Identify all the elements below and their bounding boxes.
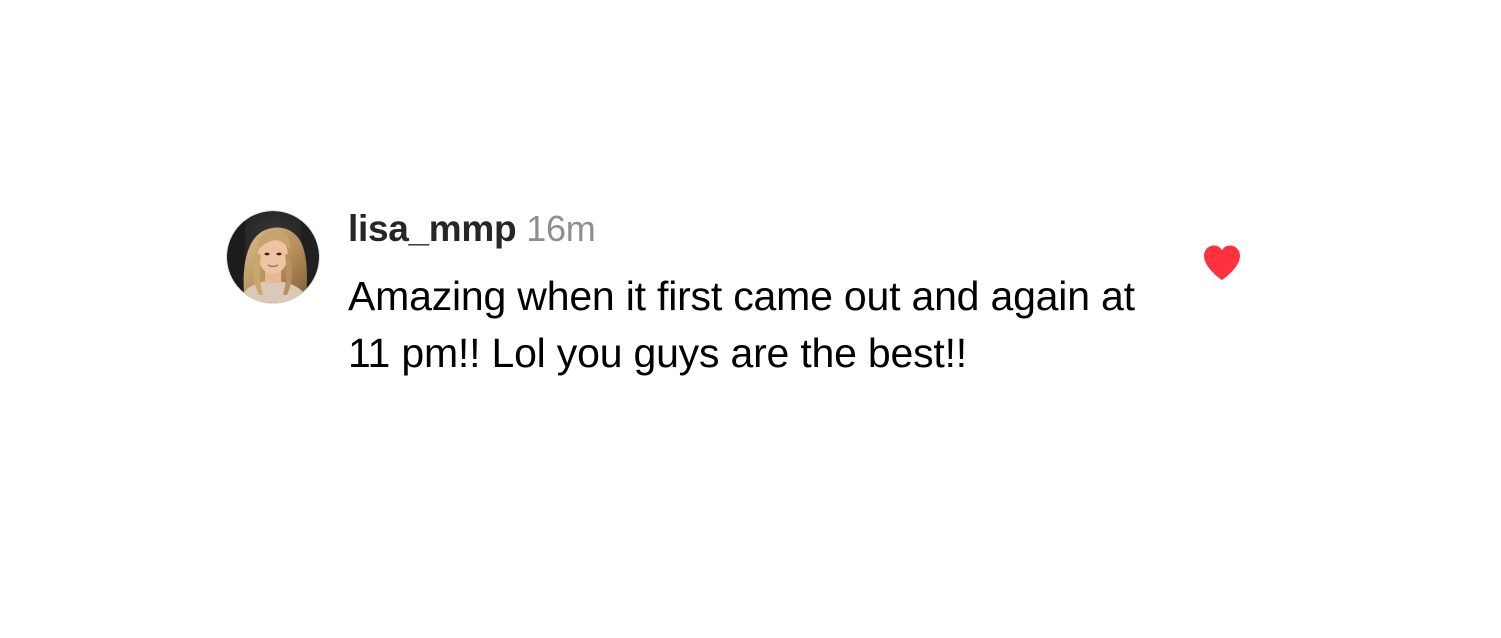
comment-item: lisa_mmp 16m Amazing when it first came … [0, 0, 1501, 638]
user-photo-avatar-icon [227, 211, 319, 303]
heart-filled-icon [1204, 245, 1240, 280]
comment-timestamp: 16m [526, 208, 596, 249]
avatar[interactable] [226, 210, 320, 304]
comment-meta: lisa_mmp 16m [348, 208, 596, 256]
like-button[interactable] [1202, 244, 1242, 282]
comment-text: Amazing when it first came out and again… [348, 273, 1135, 376]
username-link[interactable]: lisa_mmp [348, 208, 517, 250]
